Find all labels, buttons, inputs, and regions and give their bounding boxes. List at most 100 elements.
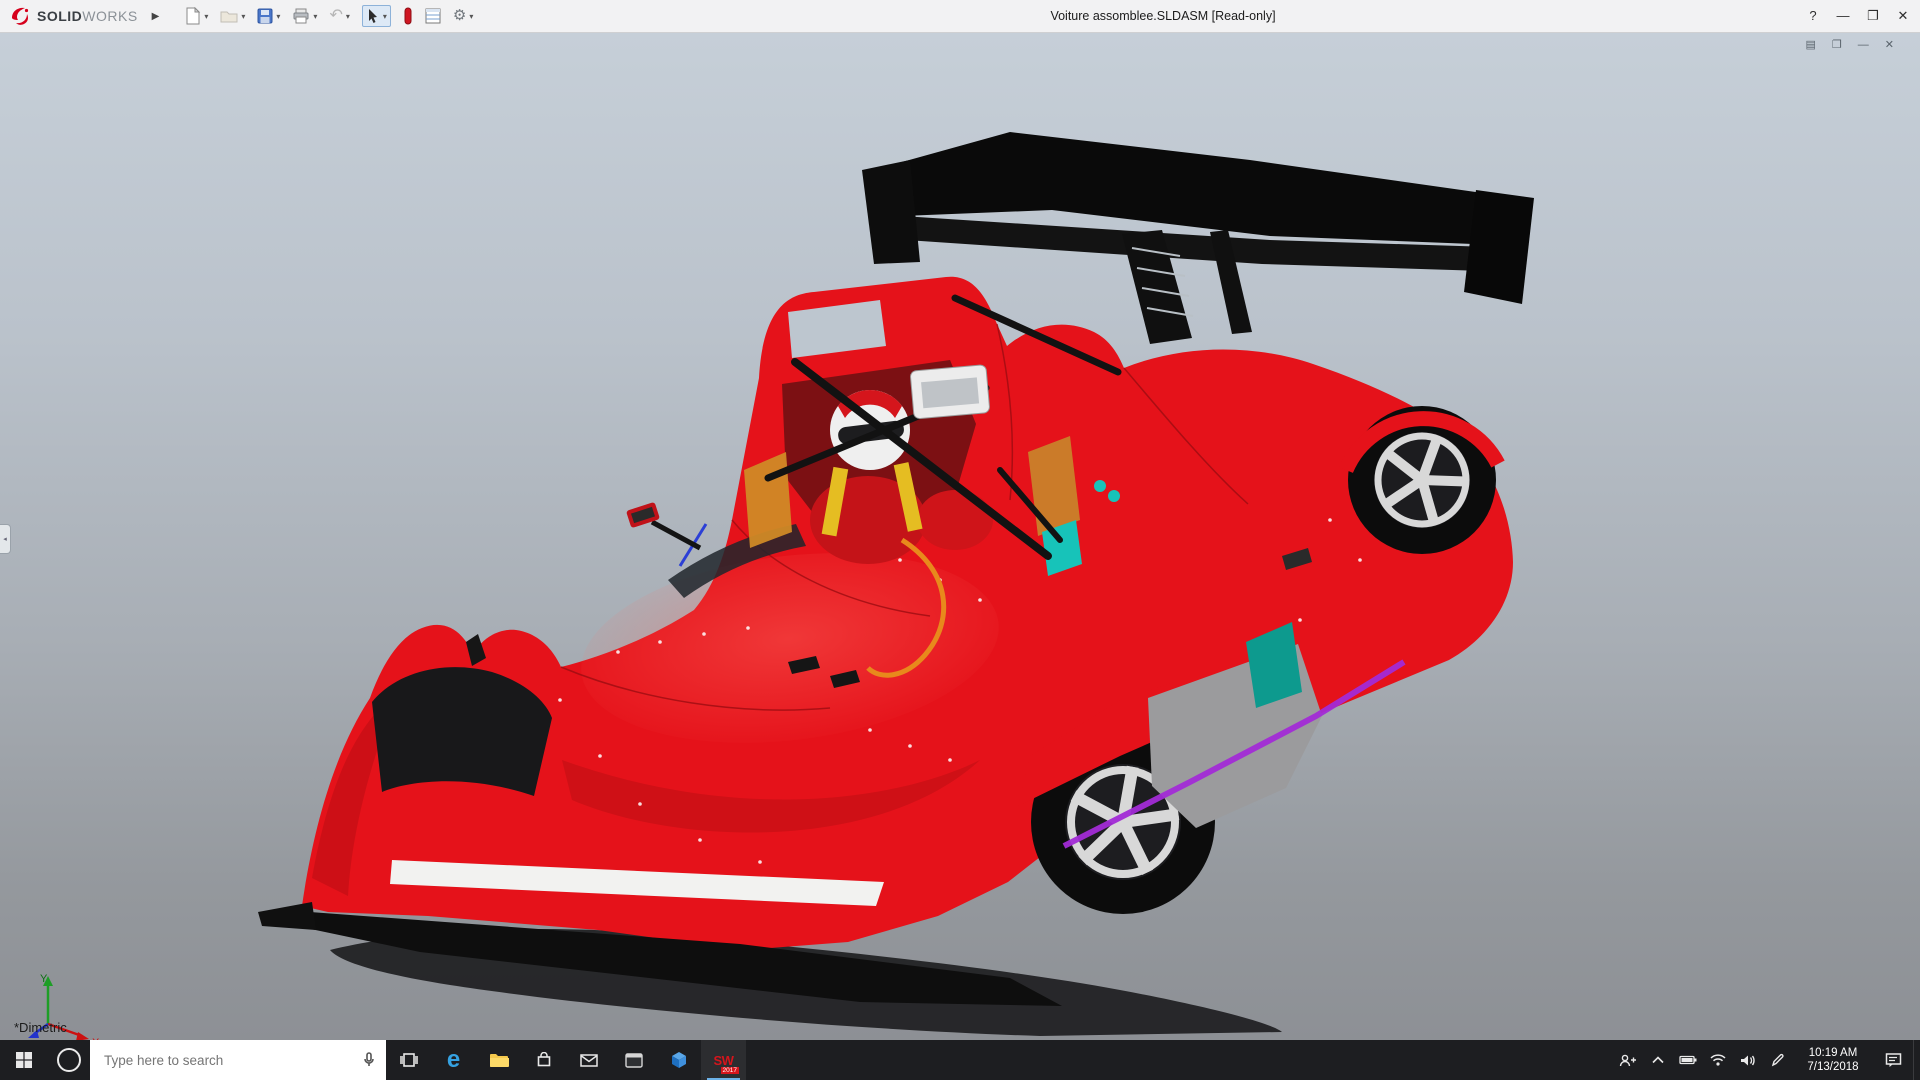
new-document-icon [185, 7, 201, 25]
car-model-3d [0, 32, 1920, 1040]
graphics-viewport[interactable]: ▤ ❐ — ✕ Y X *Dimetric ◂ [0, 32, 1920, 1040]
orientation-triad: Y X [18, 970, 108, 1050]
sw-text: SW [714, 1053, 734, 1068]
undo-button[interactable]: ↶ ▾ [327, 3, 351, 29]
maximize-button[interactable]: ❐ [1858, 0, 1888, 32]
collapse-arrow-icon: ◂ [3, 535, 7, 543]
network-button[interactable] [1703, 1040, 1733, 1080]
select-tool-button[interactable]: ▾ [360, 3, 393, 29]
speaker-icon [1740, 1054, 1756, 1067]
doc-restore-icon[interactable]: ❐ [1832, 38, 1842, 52]
sw-year-badge: 2017 [721, 1067, 738, 1074]
chevron-up-icon [1652, 1056, 1664, 1064]
action-center-icon [1885, 1052, 1902, 1068]
search-input[interactable] [90, 1052, 362, 1069]
open-button[interactable]: ▾ [218, 3, 247, 29]
volume-button[interactable] [1733, 1040, 1763, 1080]
edge-button[interactable]: e [431, 1040, 476, 1080]
mail-icon [580, 1053, 598, 1067]
cortana-icon [57, 1048, 81, 1072]
wifi-icon [1710, 1054, 1726, 1066]
dropdown-caret-icon[interactable]: ▾ [469, 12, 473, 21]
close-button[interactable]: ✕ [1888, 0, 1918, 32]
taskbar-clock[interactable]: 10:19 AM 7/13/2018 [1793, 1040, 1873, 1080]
red-capsule-icon [403, 7, 413, 25]
print-button[interactable]: ▾ [290, 3, 319, 29]
intake-box [910, 365, 990, 419]
file-explorer-icon [489, 1052, 509, 1068]
battery-icon [1679, 1055, 1698, 1065]
task-view-icon [399, 1052, 419, 1068]
new-document-button[interactable]: ▾ [183, 3, 210, 29]
cube-icon [670, 1051, 688, 1069]
solidworks-taskbar-button[interactable]: SW 2017 [701, 1040, 746, 1080]
clock-time: 10:19 AM [1809, 1046, 1858, 1060]
dropdown-caret-icon[interactable]: ▾ [241, 12, 245, 21]
cad-viewer-button[interactable] [656, 1040, 701, 1080]
window-controls: ? — ❐ ✕ [1798, 0, 1918, 32]
triad-y-label: Y [40, 973, 48, 985]
save-button[interactable]: ▾ [255, 3, 282, 29]
design-binder-icon [425, 8, 441, 24]
toolbar-expand-arrow[interactable]: ▶ [152, 11, 160, 22]
teal-dot [1094, 480, 1106, 492]
doc-close-icon[interactable]: ✕ [1885, 38, 1894, 52]
solidworks-app-icon: SW 2017 [709, 1045, 739, 1075]
store-button[interactable] [521, 1040, 566, 1080]
clock-date: 7/13/2018 [1807, 1060, 1858, 1074]
dropdown-caret-icon[interactable]: ▾ [383, 12, 387, 21]
task-view-button[interactable] [386, 1040, 431, 1080]
design-binder-button[interactable] [423, 3, 443, 29]
microphone-icon[interactable] [362, 1051, 386, 1069]
show-desktop-button[interactable] [1913, 1040, 1920, 1080]
mail-button[interactable] [566, 1040, 611, 1080]
feature-tree-collapse-handle[interactable]: ◂ [0, 524, 11, 554]
gear-icon: ⚙ [453, 8, 466, 24]
doc-minimize-icon[interactable]: — [1858, 38, 1869, 52]
dropdown-caret-icon[interactable]: ▾ [346, 12, 350, 21]
brand-works-text: WORKS [82, 8, 137, 24]
windows-taskbar: e [0, 1040, 1920, 1080]
minimize-button[interactable]: — [1828, 0, 1858, 32]
solidworks-logo-icon [10, 6, 32, 26]
open-folder-icon [220, 9, 238, 23]
side-mirror [626, 502, 700, 548]
cortana-button[interactable] [48, 1040, 90, 1080]
doc-sheet-icon[interactable]: ▤ [1806, 38, 1816, 52]
quick-access-toolbar: ▾ ▾ ▾ ▾ [183, 3, 475, 29]
dropdown-caret-icon[interactable]: ▾ [313, 12, 317, 21]
tray-overflow-button[interactable] [1643, 1040, 1673, 1080]
dropdown-caret-icon[interactable]: ▾ [276, 12, 280, 21]
battery-button[interactable] [1673, 1040, 1703, 1080]
solidworks-logo: SOLIDWORKS [0, 6, 138, 26]
document-window-controls: ▤ ❐ — ✕ [1806, 38, 1895, 52]
select-tool-pressed-frame: ▾ [362, 5, 391, 27]
people-button[interactable] [1613, 1040, 1643, 1080]
action-center-button[interactable] [1873, 1040, 1913, 1080]
file-explorer-button[interactable] [476, 1040, 521, 1080]
console-app-button[interactable] [611, 1040, 656, 1080]
edge-icon: e [447, 1048, 460, 1072]
select-arrow-icon [366, 8, 380, 24]
options-button[interactable]: ⚙ ▾ [451, 3, 475, 29]
windows-logo-icon [16, 1052, 32, 1068]
store-icon [536, 1052, 552, 1068]
windows-ink-button[interactable] [1763, 1040, 1793, 1080]
desktop-screen: SOLIDWORKS ▶ ▾ ▾ ▾ [0, 0, 1920, 1080]
start-button[interactable] [0, 1040, 48, 1080]
save-floppy-icon [257, 8, 273, 24]
console-window-icon [625, 1053, 643, 1068]
window-title: Voiture assomblee.SLDASM [Read-only] [1050, 0, 1275, 32]
pen-icon [1771, 1053, 1785, 1067]
view-orientation-label: *Dimetric [14, 1020, 67, 1035]
taskbar-search[interactable] [90, 1040, 386, 1080]
print-icon [292, 8, 310, 24]
taskbar-spacer [746, 1040, 1613, 1080]
dropdown-caret-icon[interactable]: ▾ [204, 12, 208, 21]
brand-solid-text: SOLID [37, 8, 82, 24]
style-capsule-button[interactable] [401, 3, 415, 29]
people-icon [1619, 1053, 1637, 1067]
undo-icon: ↶ [329, 8, 342, 24]
help-button[interactable]: ? [1798, 0, 1828, 32]
teal-dot [1108, 490, 1120, 502]
